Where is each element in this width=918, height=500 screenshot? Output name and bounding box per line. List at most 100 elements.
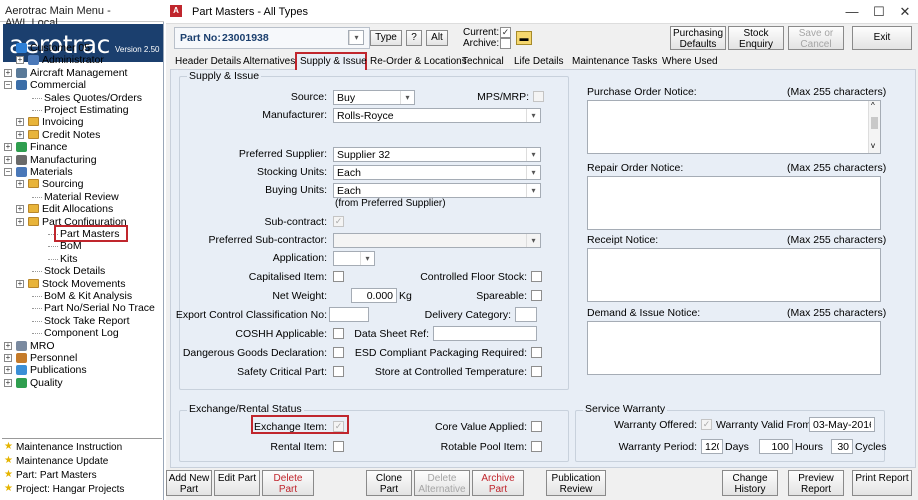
buying-units-select[interactable]: Each ▾ [333,183,541,198]
warranty-offered-checkbox[interactable]: ✓ [701,419,712,430]
warranty-valid-from-input[interactable] [809,417,875,432]
tree-item[interactable]: + Aircraft Management [2,67,162,79]
tree-item[interactable]: + Personnel [2,352,162,364]
expand-icon[interactable]: + [4,341,12,350]
purchase-order-notice-textarea[interactable]: ^ v [587,100,881,154]
scroll-thumb[interactable] [871,117,878,129]
tree-item[interactable]: + Publications [2,364,162,376]
purchasing-defaults-button[interactable]: Purchasing Defaults [670,26,726,50]
expand-icon[interactable]: + [4,366,12,375]
delivery-category-input[interactable] [515,307,537,322]
expand-icon[interactable]: + [16,56,24,65]
notice-scrollbar[interactable]: ^ v [868,101,880,153]
stock-enquiry-button[interactable]: Stock Enquiry [728,26,784,50]
sub-contract-checkbox[interactable]: ✓ [333,216,344,227]
edit-part-button[interactable]: Edit Part [214,470,260,496]
tab-life-details[interactable]: Life Details [511,54,569,70]
clone-part-button[interactable]: Clone Part [366,470,412,496]
expand-icon[interactable]: + [4,354,12,362]
tree-item[interactable]: Material Review [2,191,162,203]
type-button[interactable]: Type [370,30,402,46]
exit-button[interactable]: Exit [852,26,912,50]
tab-where-used[interactable]: Where Used [659,54,718,70]
delete-alternative-button[interactable]: Delete Alternative [414,470,470,496]
tree-item[interactable]: Part No/Serial No Trace [2,302,162,314]
source-select[interactable]: Buy ▾ [333,90,415,105]
collapse-icon[interactable]: − [4,81,12,90]
recent-item[interactable]: ★ Maintenance Update [4,456,108,468]
help-button[interactable]: ? [406,30,422,46]
net-weight-input[interactable] [351,288,397,303]
tree-item[interactable]: Component Log [2,327,162,339]
controlled-temperature-checkbox[interactable] [531,366,542,377]
tree-item[interactable]: BoM [2,240,162,252]
tab-header-details[interactable]: Header Details [172,54,241,70]
warranty-hours-input[interactable] [759,439,793,454]
delete-part-button[interactable]: Delete Part [262,470,314,496]
spareable-checkbox[interactable] [531,290,542,301]
manufacturer-select[interactable]: Rolls-Royce ▾ [333,108,541,123]
rental-item-checkbox[interactable] [333,441,344,452]
tree-item[interactable]: − Commercial [2,79,162,91]
tab-technical[interactable]: Technical [459,54,511,70]
tree-item[interactable]: + Credit Notes [2,129,162,141]
tree-item[interactable]: + Stock Movements [2,278,162,290]
capitalised-item-checkbox[interactable] [333,271,344,282]
expand-icon[interactable]: + [4,378,12,387]
tab-supply-issue[interactable]: Supply & Issue [295,52,367,70]
application-select[interactable]: ▾ [333,251,375,266]
rotable-pool-item-checkbox[interactable] [531,441,542,452]
expand-icon[interactable]: + [4,155,12,164]
controlled-floor-stock-checkbox[interactable] [531,271,542,282]
recent-item[interactable]: ★ Maintenance Instruction [4,442,122,454]
tree-item[interactable]: + Administrator [2,54,162,66]
archive-checkbox[interactable] [500,38,511,49]
current-checkbox[interactable]: ✓ [500,27,511,38]
expand-icon[interactable]: + [4,143,12,152]
coshh-checkbox[interactable] [333,328,344,339]
part-no-value[interactable]: 23001938 [222,32,269,45]
safety-critical-checkbox[interactable] [333,366,344,377]
tree-item[interactable]: + Invoicing [2,116,162,128]
tree-item[interactable]: + Finance [2,141,162,153]
part-no-dropdown[interactable]: ▾ [348,30,364,45]
alt-button[interactable]: Alt [426,30,448,46]
tree-item[interactable]: Stock Take Report [2,315,162,327]
scroll-down-icon[interactable]: v [871,141,875,150]
recent-item[interactable]: ★ Project: Hangar Projects [4,484,124,496]
collapse-icon[interactable]: − [4,168,12,176]
preferred-subcontractor-select[interactable]: ▾ [333,233,541,248]
warranty-days-input[interactable] [701,439,723,454]
receipt-notice-textarea[interactable] [587,248,881,302]
save-cancel-button[interactable]: Save or Cancel [788,26,844,50]
export-control-input[interactable] [329,307,369,322]
tab-alternatives[interactable]: Alternatives [240,54,295,70]
esd-packaging-checkbox[interactable] [531,347,542,358]
tree-item[interactable]: + MRO [2,340,162,352]
tree-item[interactable]: Part Masters [2,225,162,242]
recent-item[interactable]: ★ Part: Part Masters [4,470,97,482]
repair-order-notice-textarea[interactable] [587,176,881,230]
preview-report-button[interactable]: Preview Report [788,470,844,496]
scroll-up-icon[interactable]: ^ [871,101,875,110]
print-report-button[interactable]: Print Report [852,470,912,496]
tree-item[interactable]: + Sourcing [2,178,162,190]
add-new-part-button[interactable]: Add New Part [166,470,212,496]
tree-item[interactable]: Project Estimating [2,104,162,116]
close-button[interactable]: ✕ [895,4,915,20]
data-sheet-ref-input[interactable] [433,326,537,341]
archive-part-button[interactable]: Archive Part [472,470,524,496]
tree-item[interactable]: +Customer 05 [2,42,162,54]
expand-icon[interactable]: + [16,279,24,288]
tree-item[interactable]: + Edit Allocations [2,203,162,215]
demand-issue-notice-textarea[interactable] [587,321,881,375]
expand-icon[interactable]: + [16,118,24,127]
dangerous-goods-checkbox[interactable] [333,347,344,358]
maximize-button[interactable]: ☐ [869,4,889,20]
tree-item[interactable]: + Quality [2,377,162,389]
minimize-button[interactable]: — [842,4,862,19]
warranty-cycles-input[interactable] [831,439,853,454]
tab-maintenance-tasks[interactable]: Maintenance Tasks [569,54,659,70]
expand-icon[interactable]: + [16,130,24,139]
change-history-button[interactable]: Change History [722,470,778,496]
